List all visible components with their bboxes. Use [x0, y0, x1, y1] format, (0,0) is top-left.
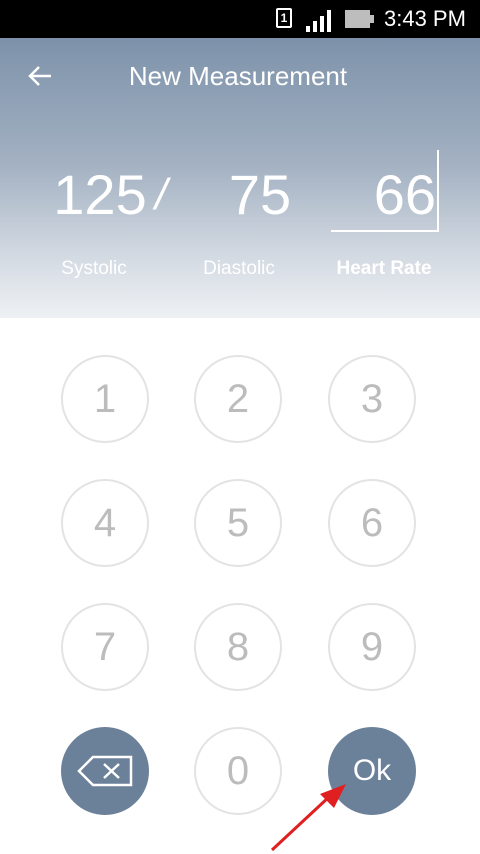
key-1[interactable]: 1 — [61, 355, 149, 443]
systolic-label: Systolic — [61, 258, 127, 279]
sim-card-icon: 1 — [276, 8, 292, 28]
status-bar: 1 3:43 PM — [0, 0, 480, 38]
diastolic-label: Diastolic — [203, 258, 275, 279]
status-time: 3:43 PM — [384, 6, 466, 31]
key-9[interactable]: 9 — [328, 603, 416, 691]
text-cursor — [437, 150, 439, 232]
screen: 1 3:43 PM New Measurement 125 / 75 66 Sy… — [0, 0, 480, 854]
heart-rate-input[interactable]: 66 — [332, 162, 436, 228]
systolic-value[interactable]: 125 — [48, 162, 152, 228]
annotation-arrow-icon — [270, 784, 346, 852]
backspace-button[interactable] — [61, 727, 149, 815]
key-4[interactable]: 4 — [61, 479, 149, 567]
reading-separator: / — [155, 170, 168, 219]
heart-rate-underline — [331, 230, 439, 232]
page-title: New Measurement — [128, 61, 348, 91]
key-6[interactable]: 6 — [328, 479, 416, 567]
diastolic-value[interactable]: 75 — [208, 162, 312, 228]
heart-rate-label: Heart Rate — [336, 258, 432, 279]
key-5[interactable]: 5 — [194, 479, 282, 567]
measurement-header: New Measurement 125 / 75 66 Systolic Dia… — [0, 38, 480, 318]
key-3[interactable]: 3 — [328, 355, 416, 443]
battery-icon — [345, 10, 374, 28]
key-8[interactable]: 8 — [194, 603, 282, 691]
key-2[interactable]: 2 — [194, 355, 282, 443]
signal-icon — [306, 10, 331, 32]
key-7[interactable]: 7 — [61, 603, 149, 691]
backspace-icon — [77, 755, 133, 787]
